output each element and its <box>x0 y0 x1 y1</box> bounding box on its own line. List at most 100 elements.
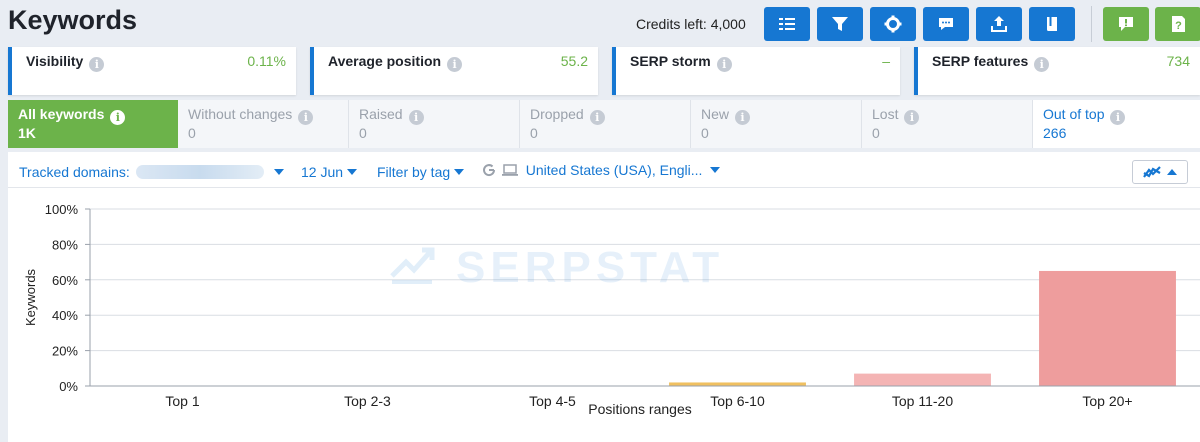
page-title: Keywords <box>8 5 138 35</box>
tab-label: Out of top <box>1043 106 1105 122</box>
info-icon[interactable]: i <box>110 110 126 125</box>
tab-count: 0 <box>872 125 880 141</box>
x-tick-label: Top 11-20 <box>892 393 953 409</box>
tab-without-changes[interactable]: Without changes i 0 <box>178 100 349 148</box>
tab-count: 266 <box>1043 125 1067 141</box>
tab-all-keywords[interactable]: All keywords i 1K <box>8 100 178 148</box>
export-icon <box>991 16 1007 32</box>
chart-bars <box>669 270 1176 386</box>
y-tick-label: 20% <box>52 344 78 359</box>
x-tick-label: Top 20+ <box>1082 393 1132 409</box>
chart-grid <box>90 208 1200 387</box>
y-tick-label: 40% <box>52 308 78 323</box>
positions-bar-chart: SERPSTAT 0% 20% 40% 60% 80% 100% Top 1 Top 2-3 T… <box>23 202 1200 417</box>
list-view-button[interactable] <box>764 7 810 41</box>
google-icon <box>483 164 496 177</box>
info-icon[interactable]: i <box>1110 110 1126 125</box>
bar-top-11-20 <box>854 373 991 386</box>
comment-icon <box>939 18 953 30</box>
metric-card-serp-storm: SERP storm i – <box>612 47 900 95</box>
chevron-down-icon <box>710 167 721 173</box>
book-icon <box>1046 17 1057 31</box>
info-icon[interactable]: i <box>447 57 463 72</box>
filter-icon <box>832 17 848 31</box>
metric-label: SERP features <box>932 53 1029 69</box>
keyword-tabs: All keywords i 1K Without changes i 0 Rais… <box>8 100 1200 148</box>
tab-label: New <box>701 106 730 122</box>
feedback-button[interactable] <box>1103 7 1149 41</box>
x-axis-label: Positions ranges <box>588 401 692 417</box>
comments-button[interactable] <box>923 7 969 41</box>
chevron-down-icon <box>274 169 284 175</box>
settings-button[interactable] <box>870 7 916 41</box>
tab-count: 0 <box>359 125 367 141</box>
watermark-text: SERPSTAT <box>456 243 724 292</box>
tab-label: Raised <box>359 106 403 122</box>
metric-card-visibility: Visibility i 0.11% <box>8 47 296 95</box>
export-button[interactable] <box>976 7 1022 41</box>
chart-axes: 0% 20% 40% 60% 80% 100% Top 1 Top 2-3 Top 4-5 Top… <box>23 202 1200 417</box>
desktop-icon <box>501 164 518 176</box>
tab-dropped[interactable]: Dropped i 0 <box>520 100 691 148</box>
y-axis-label: Keywords <box>23 268 38 326</box>
metric-value: 0.11% <box>247 53 286 69</box>
info-icon[interactable]: i <box>89 57 105 72</box>
tracked-domain-blurred[interactable] <box>136 165 264 179</box>
metric-label: SERP storm <box>630 53 711 69</box>
y-tick-label: 0% <box>59 379 78 394</box>
credits-left: Credits left: 4,000 <box>636 16 746 32</box>
guide-button[interactable] <box>1029 7 1075 41</box>
feedback-icon <box>1119 17 1133 31</box>
tab-count: 1K <box>18 125 36 141</box>
metric-label: Visibility <box>26 53 84 69</box>
list-icon <box>779 18 795 30</box>
tab-raised[interactable]: Raised i 0 <box>349 100 520 148</box>
svg-text:?: ? <box>1175 20 1182 32</box>
help-icon: ? <box>1172 16 1185 32</box>
filter-button[interactable] <box>817 7 863 41</box>
metric-card-average-position: Average position i 55.2 <box>310 47 598 95</box>
info-icon[interactable]: i <box>1034 57 1050 72</box>
x-tick-label: Top 2-3 <box>344 393 391 409</box>
tracked-domains-dropdown[interactable] <box>270 164 284 180</box>
date-dropdown[interactable]: 12 Jun <box>301 164 358 180</box>
tab-lost[interactable]: Lost i 0 <box>862 100 1033 148</box>
tab-label: Dropped <box>530 106 584 122</box>
tab-label: Lost <box>872 106 899 122</box>
tracked-domains-label: Tracked domains: <box>19 164 130 180</box>
metric-label: Average position <box>328 53 442 69</box>
chevron-down-icon <box>347 169 358 175</box>
y-tick-label: 60% <box>52 273 78 288</box>
tab-count: 0 <box>530 125 538 141</box>
y-tick-label: 100% <box>45 202 79 217</box>
tab-out-of-top[interactable]: Out of top i 266 <box>1033 100 1200 148</box>
tab-count: 0 <box>188 125 196 141</box>
info-icon[interactable]: i <box>589 110 605 125</box>
filter-bar: Tracked domains: 12 Jun Filter by tag Un… <box>8 152 1200 188</box>
serpstat-watermark: SERPSTAT <box>390 243 724 292</box>
info-icon[interactable]: i <box>408 110 424 125</box>
metric-card-serp-features: SERP features i 734 <box>914 47 1200 95</box>
chart-toggle-button[interactable] <box>1132 160 1188 184</box>
toolbar-divider <box>1091 6 1092 42</box>
chart-panel: Tracked domains: 12 Jun Filter by tag Un… <box>8 152 1200 442</box>
info-icon[interactable]: i <box>716 57 732 72</box>
help-button[interactable]: ? <box>1155 7 1200 41</box>
filter-by-tag-dropdown[interactable]: Filter by tag <box>377 164 465 180</box>
page-header: Keywords Credits left: 4,000 ? <box>0 0 1200 46</box>
metric-value: 734 <box>1166 53 1190 69</box>
info-icon[interactable]: i <box>298 110 314 125</box>
bar-top-6-10 <box>669 382 806 386</box>
info-icon[interactable]: i <box>904 110 920 125</box>
bar-top-20- <box>1039 270 1176 386</box>
tab-new[interactable]: New i 0 <box>691 100 862 148</box>
chevron-up-icon <box>1167 169 1177 175</box>
x-tick-label: Top 6-10 <box>710 393 765 409</box>
tab-label: Without changes <box>188 106 293 122</box>
info-icon[interactable]: i <box>735 110 751 125</box>
region-dropdown[interactable]: United States (USA), Engli... <box>482 162 721 178</box>
tab-label: All keywords <box>18 106 105 122</box>
tab-count: 0 <box>701 125 709 141</box>
y-tick-label: 80% <box>52 237 78 252</box>
x-tick-label: Top 4-5 <box>529 393 576 409</box>
